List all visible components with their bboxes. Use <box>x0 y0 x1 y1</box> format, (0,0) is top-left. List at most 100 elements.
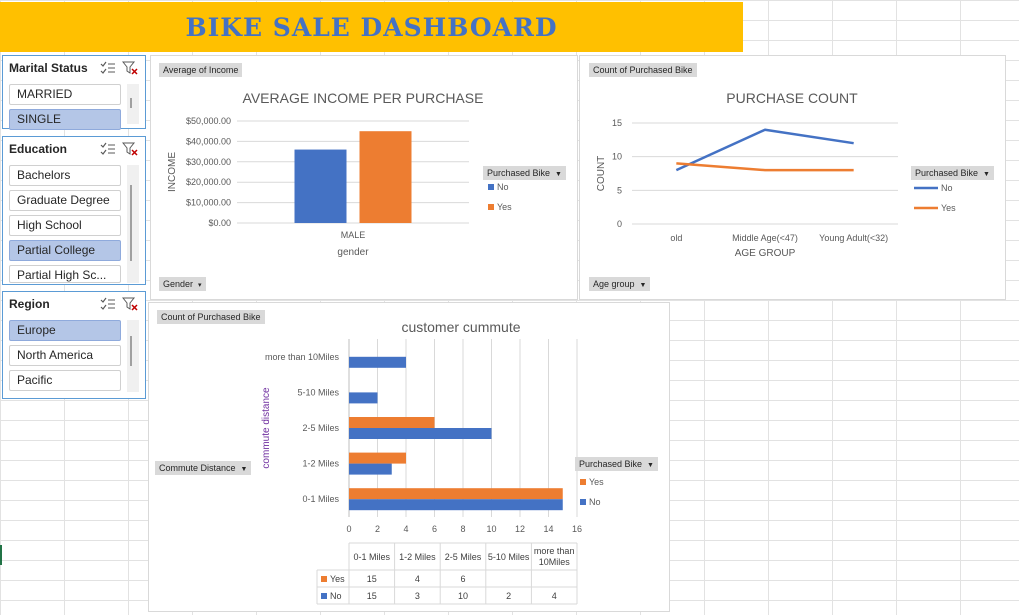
multi-select-icon[interactable] <box>99 296 117 312</box>
x-tick-label: Young Adult(<32) <box>819 233 888 243</box>
y-tick-label: 5-10 Miles <box>297 387 339 397</box>
slicer-item-graduate-degree[interactable]: Graduate Degree <box>9 190 121 211</box>
dashboard-title: BIKE SALE DASHBOARD <box>185 12 558 42</box>
table-header: 2-5 Miles <box>445 552 482 562</box>
income-chart-panel: Average of Income AVERAGE INCOME PER PUR… <box>150 55 578 300</box>
legend-label: Yes <box>589 477 604 487</box>
legend-label: No <box>941 183 953 193</box>
x-tick-label: 10 <box>486 524 496 534</box>
clear-filter-icon[interactable] <box>121 60 139 76</box>
legend-swatch <box>488 184 494 190</box>
table-header: 5-10 Miles <box>488 552 530 562</box>
slicer-item-married[interactable]: MARRIED <box>9 84 121 105</box>
marital-status-slicer: Marital Status MARRIED SINGLE <box>2 55 146 130</box>
bar-no <box>349 463 392 475</box>
table-cell: 10 <box>458 591 468 601</box>
axis-field-label: Gender <box>163 279 194 289</box>
slicer-header: Education <box>3 137 145 161</box>
table-cell: 4 <box>552 591 557 601</box>
legend-field-label: Purchased Bike <box>579 459 643 469</box>
purchase-count-panel: Count of Purchased Bike PURCHASE COUNT 0 5… <box>579 55 1006 300</box>
slicer-title: Education <box>9 142 68 156</box>
bar-no <box>349 499 563 511</box>
x-tick-label: old <box>670 233 682 243</box>
commute-chart-panel: Count of Purchased Bike customer cummute… <box>148 302 670 612</box>
clear-filter-icon[interactable] <box>121 141 139 157</box>
legend-label: No <box>589 497 601 507</box>
slicer-item-europe[interactable]: Europe <box>9 320 121 341</box>
bar-no <box>349 428 492 439</box>
slicer-item-single[interactable]: SINGLE <box>9 109 121 130</box>
x-axis-title: AGE GROUP <box>735 248 796 259</box>
region-slicer: Region Europe North America Pacific <box>2 291 146 399</box>
table-header: 1-2 Miles <box>399 552 436 562</box>
axis-field-button[interactable]: Gender ▾ <box>159 277 206 291</box>
y-tick-label: $0.00 <box>208 218 231 228</box>
y-tick-label: 5 <box>617 185 622 195</box>
chart-title: AVERAGE INCOME PER PURCHASE <box>243 90 484 106</box>
table-cell: 2 <box>506 591 511 601</box>
clear-filter-icon[interactable] <box>121 296 139 312</box>
y-tick-label: $40,000.00 <box>186 136 231 146</box>
slicer-scrollbar[interactable] <box>127 84 139 124</box>
legend-field-button[interactable]: Purchased Bike ▼ <box>575 457 658 471</box>
bar-yes <box>349 452 406 464</box>
slicer-item-north-america[interactable]: North America <box>9 345 121 366</box>
legend-field-label: Purchased Bike <box>915 168 979 178</box>
axis-field-label: Commute Distance <box>159 463 236 473</box>
series-line-yes <box>676 162 854 172</box>
slicer-scrollbar[interactable] <box>127 165 139 283</box>
table-cell: 3 <box>415 591 420 601</box>
bar-yes <box>349 488 563 500</box>
legend-label: Yes <box>941 203 956 213</box>
slicer-header: Region <box>3 292 145 316</box>
table-header: more than 10Miles <box>534 546 575 567</box>
axis-field-button[interactable]: Commute Distance ▼ <box>155 461 252 475</box>
y-tick-label: 0 <box>617 219 622 229</box>
slicer-item-bachelors[interactable]: Bachelors <box>9 165 121 186</box>
legend-label: Yes <box>497 202 512 212</box>
legend-label: No <box>497 182 509 192</box>
slicer-scrollbar[interactable] <box>127 320 139 392</box>
y-tick-label: 15 <box>612 118 622 128</box>
x-tick-label: 14 <box>543 524 553 534</box>
x-tick-label: 0 <box>346 524 351 534</box>
sheet-edge-marker <box>0 545 2 565</box>
y-tick-label: 10 <box>612 152 622 162</box>
bar-yes <box>349 417 435 428</box>
y-tick-label: $30,000.00 <box>186 157 231 167</box>
axis-field-label: Age group <box>593 279 635 289</box>
y-tick-label: 0-1 Miles <box>302 494 339 504</box>
multi-select-icon[interactable] <box>99 141 117 157</box>
legend-field-button[interactable]: Purchased Bike ▼ <box>911 166 994 180</box>
axis-field-button[interactable]: Age group ▼ <box>589 277 651 291</box>
y-tick-label: $50,000.00 <box>186 116 231 126</box>
slicer-item-high-school[interactable]: High School <box>9 215 121 236</box>
legend-swatch <box>488 204 494 210</box>
table-row-label: No <box>330 591 342 601</box>
slicer-item-partial-high-school[interactable]: Partial High Sc... <box>9 265 121 283</box>
x-tick-label: 8 <box>460 524 465 534</box>
y-axis-title: COUNT <box>596 156 607 192</box>
bar-no <box>294 149 347 223</box>
table-cell: 15 <box>367 574 377 584</box>
table-cell: 15 <box>367 591 377 601</box>
slicer-title: Region <box>9 297 50 311</box>
x-tick-label: 2 <box>375 524 380 534</box>
slicer-item-pacific[interactable]: Pacific <box>9 370 121 391</box>
table-row-swatch <box>321 576 327 582</box>
slicer-header: Marital Status <box>3 56 145 80</box>
y-axis-title: INCOME <box>167 152 178 192</box>
x-axis-title: gender <box>337 247 369 258</box>
chart-title: customer cummute <box>401 319 520 335</box>
x-tick-label: 12 <box>515 524 525 534</box>
slicer-item-partial-college[interactable]: Partial College <box>9 240 121 261</box>
legend-swatch <box>580 499 586 505</box>
legend-field-button[interactable]: Purchased Bike ▼ <box>483 166 566 180</box>
bar-no <box>349 356 406 368</box>
dashboard-title-banner: BIKE SALE DASHBOARD <box>0 2 743 52</box>
y-tick-label: more than 10Miles <box>265 352 340 362</box>
multi-select-icon[interactable] <box>99 60 117 76</box>
y-tick-label: 1-2 Miles <box>302 459 339 469</box>
y-tick-label: $10,000.00 <box>186 198 231 208</box>
